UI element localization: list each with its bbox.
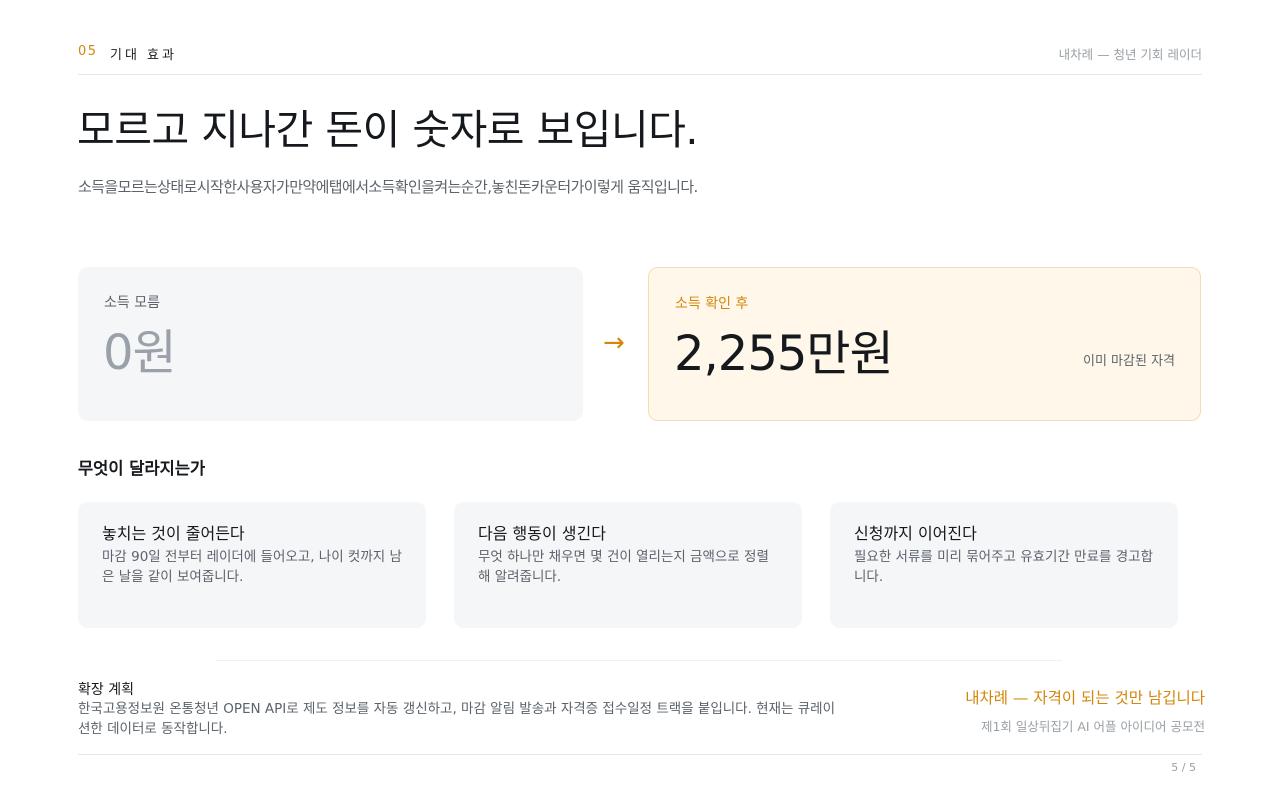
feature-card: 다음 행동이 생긴다 무엇 하나만 채우면 몇 건이 열리는지 금액으로 정렬해… xyxy=(454,502,802,628)
feature-title: 놓치는 것이 줄어든다 xyxy=(102,524,245,543)
page-subtitle: 소득을모르는상태로시작한사용자가만약에탭에서소득확인을켜는순간,놓친돈카운터가이… xyxy=(78,178,698,196)
after-label: 소득 확인 후 xyxy=(675,296,749,312)
before-value: 0원 xyxy=(103,325,177,381)
deck-title: 내차례 — 청년 기회 레이더 xyxy=(1058,47,1202,62)
page-title: 모르고 지나간 돈이 숫자로 보입니다. xyxy=(77,106,698,154)
section-number: 05 xyxy=(78,44,98,59)
after-card: 소득 확인 후 2,255만원 이미 마감된 자격 xyxy=(648,267,1201,421)
feature-card: 놓치는 것이 줄어든다 마감 90일 전부터 레이더에 들어오고, 나이 컷까지… xyxy=(78,502,426,628)
plan-text: 한국고용정보원 온통청년 OPEN API로 제도 정보를 자동 갱신하고, 마… xyxy=(78,701,835,737)
feature-desc: 마감 90일 전부터 레이더에 들어오고, 나이 컷까지 남은 날을 같이 보여… xyxy=(102,549,402,585)
page-number: 5 / 5 xyxy=(1171,761,1196,774)
slide-header: 05 기대 효과 내차례 — 청년 기회 레이더 xyxy=(78,40,1202,75)
changes-title: 무엇이 달라지는가 xyxy=(78,459,206,478)
before-label: 소득 모름 xyxy=(104,295,160,311)
plan-title: 확장 계획 xyxy=(78,682,134,698)
before-card: 소득 모름 0원 xyxy=(78,267,583,421)
feature-card: 신청까지 이어진다 필요한 서류를 미리 묶어주고 유효기간 만료를 경고합니다… xyxy=(830,502,1178,628)
after-note: 이미 마감된 자격 xyxy=(1083,354,1175,369)
section-title: 기대 효과 xyxy=(110,48,177,63)
contest-name: 제1회 일상뒤집기 AI 어플 아이디어 공모전 xyxy=(980,719,1205,734)
feature-title: 신청까지 이어진다 xyxy=(854,524,977,543)
arrow-right-icon: → xyxy=(603,328,625,358)
tagline: 내차례 — 자격이 되는 것만 남깁니다 xyxy=(965,689,1205,707)
divider xyxy=(216,660,1062,661)
feature-desc: 무엇 하나만 채우면 몇 건이 열리는지 금액으로 정렬해 알려줍니다. xyxy=(478,549,769,585)
footer-divider xyxy=(78,754,1202,755)
feature-title: 다음 행동이 생긴다 xyxy=(478,524,606,543)
after-value: 2,255만원 xyxy=(674,326,894,382)
feature-desc: 필요한 서류를 미리 묶어주고 유효기간 만료를 경고합니다. xyxy=(854,549,1153,585)
